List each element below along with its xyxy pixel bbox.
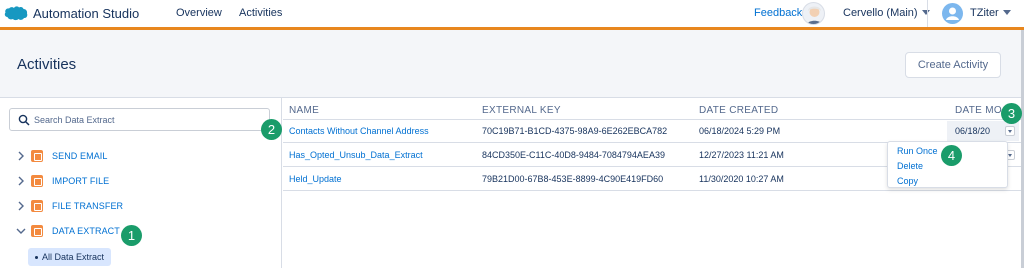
activity-name-link[interactable]: Contacts Without Channel Address bbox=[289, 126, 429, 136]
activity-name-link[interactable]: Held_Update bbox=[289, 174, 342, 184]
date-created: 11/30/2020 10:27 AM bbox=[699, 174, 784, 184]
app-title[interactable]: Automation Studio bbox=[33, 6, 139, 21]
date-created: 12/27/2023 11:21 AM bbox=[699, 150, 784, 160]
column-header-external-key[interactable]: EXTERNAL KEY bbox=[482, 105, 561, 116]
user-menu[interactable]: TZiter bbox=[970, 7, 1011, 19]
tree-item-data-extract[interactable]: DATA EXTRACT bbox=[16, 223, 120, 239]
bullet-icon bbox=[35, 255, 38, 259]
sub-item-all-data-extract[interactable]: All Data Extract bbox=[28, 248, 112, 266]
chevron-right-icon[interactable] bbox=[16, 176, 26, 186]
import-icon bbox=[31, 175, 43, 187]
tree-item-label: IMPORT FILE bbox=[52, 176, 110, 186]
chevron-down-icon bbox=[1002, 10, 1011, 15]
row-actions-button[interactable] bbox=[1005, 126, 1015, 136]
page-title: Activities bbox=[17, 56, 77, 73]
search-input[interactable] bbox=[34, 112, 264, 127]
email-icon bbox=[31, 150, 43, 162]
einstein-avatar-icon[interactable] bbox=[802, 2, 825, 25]
column-header-date-modified[interactable]: DATE MO bbox=[955, 105, 1002, 116]
tree-item-label: DATA EXTRACT bbox=[52, 226, 120, 236]
org-switcher[interactable]: Cervello (Main) bbox=[843, 7, 930, 19]
salesforce-cloud-logo[interactable] bbox=[4, 5, 28, 21]
search-field[interactable] bbox=[9, 108, 270, 131]
chevron-down-icon[interactable] bbox=[16, 226, 26, 236]
divider bbox=[927, 0, 928, 27]
top-bar: Automation Studio Overview Activities Fe… bbox=[0, 0, 1024, 27]
nav-overview[interactable]: Overview bbox=[176, 7, 222, 19]
chevron-down-icon bbox=[921, 10, 930, 15]
chevron-right-icon[interactable] bbox=[16, 151, 26, 161]
callout-badge-3: 3 bbox=[1001, 103, 1022, 124]
page-header: Activities Create Activity bbox=[0, 30, 1021, 98]
data-extract-icon bbox=[31, 225, 43, 237]
callout-badge-1: 1 bbox=[121, 225, 142, 246]
org-name-label: Cervello (Main) bbox=[843, 7, 918, 19]
tree-item-label: SEND EMAIL bbox=[52, 151, 108, 161]
menu-item-run-once[interactable]: Run Once bbox=[897, 146, 938, 156]
activity-type-sidebar: SEND EMAIL IMPORT FILE FILE TRANSFER DAT… bbox=[0, 98, 282, 268]
table-row[interactable]: Contacts Without Channel Address 70C19B7… bbox=[283, 119, 1021, 143]
column-header-name[interactable]: NAME bbox=[289, 105, 319, 116]
menu-item-copy[interactable]: Copy bbox=[897, 176, 918, 186]
tree-item-label: FILE TRANSFER bbox=[52, 201, 124, 211]
activity-name-link[interactable]: Has_Opted_Unsub_Data_Extract bbox=[289, 150, 423, 160]
tree-item-import-file[interactable]: IMPORT FILE bbox=[16, 173, 109, 189]
callout-badge-2: 2 bbox=[261, 119, 282, 140]
feedback-link[interactable]: Feedback bbox=[754, 7, 802, 19]
external-key: 79B21D00-67B8-453E-8899-4C90E419FD60 bbox=[482, 174, 664, 184]
external-key: 70C19B71-B1CD-4375-98A9-6E262EBCA782 bbox=[482, 126, 668, 136]
menu-item-delete[interactable]: Delete bbox=[897, 161, 923, 171]
create-activity-button[interactable]: Create Activity bbox=[905, 52, 1001, 78]
tree-item-send-email[interactable]: SEND EMAIL bbox=[16, 148, 108, 164]
chevron-right-icon[interactable] bbox=[16, 201, 26, 211]
column-header-date-created[interactable]: DATE CREATED bbox=[699, 105, 778, 116]
external-key: 84CD350E-C11C-40D8-9484-7084794AEA39 bbox=[482, 150, 665, 160]
tree-item-file-transfer[interactable]: FILE TRANSFER bbox=[16, 198, 123, 214]
sub-item-label: All Data Extract bbox=[42, 252, 105, 262]
user-name-label: TZiter bbox=[970, 7, 999, 19]
callout-badge-4: 4 bbox=[941, 145, 962, 166]
search-icon bbox=[18, 114, 30, 126]
nav-activities[interactable]: Activities bbox=[239, 7, 282, 19]
file-transfer-icon bbox=[31, 200, 43, 212]
date-modified: 06/18/20 bbox=[955, 126, 991, 136]
date-created: 06/18/2024 5:29 PM bbox=[699, 126, 781, 136]
user-avatar-icon[interactable] bbox=[942, 3, 963, 24]
